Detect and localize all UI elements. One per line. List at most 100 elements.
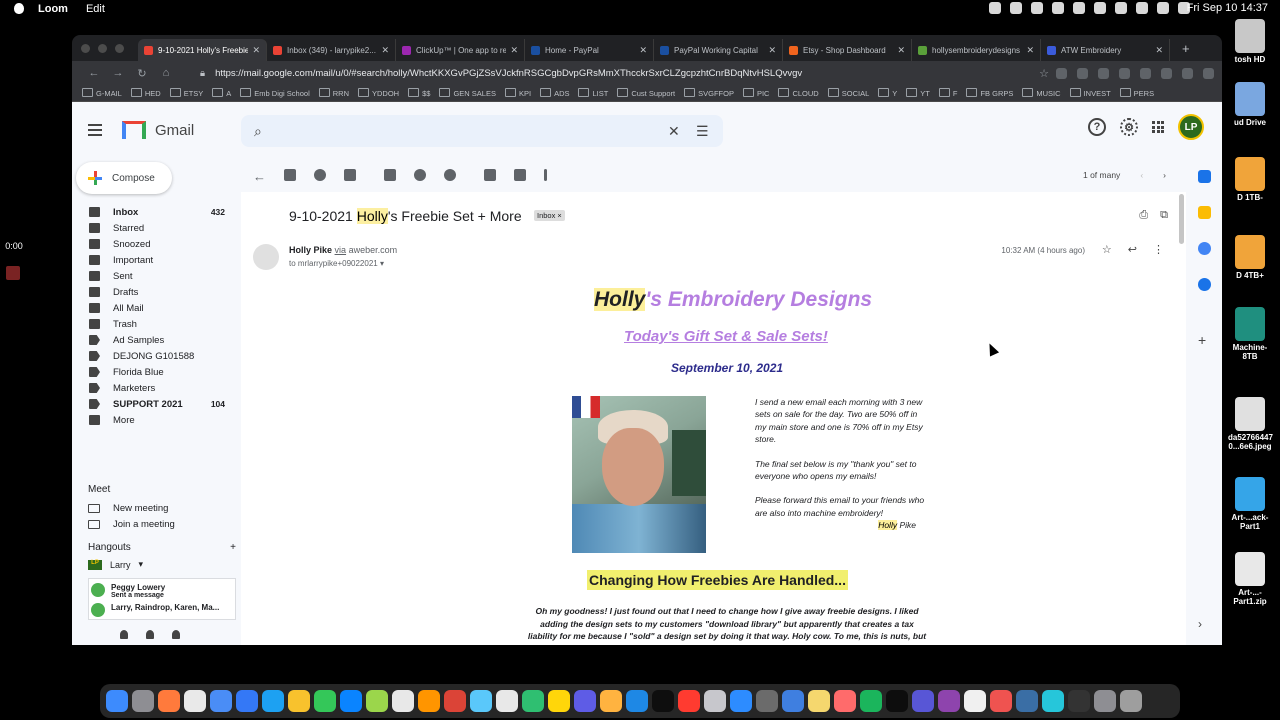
app-status-icon[interactable]	[1094, 2, 1106, 14]
browser-tab[interactable]: 9-10-2021 Holly's Freebie ✕	[138, 39, 267, 61]
sidebar-item[interactable]: All Mail	[72, 300, 237, 316]
add-chat-icon[interactable]: +	[230, 542, 236, 553]
dock-app-icon[interactable]	[470, 690, 492, 712]
expand-panel-icon[interactable]: ›	[1198, 618, 1211, 631]
menu-edit[interactable]: Edit	[86, 3, 105, 15]
bookmark-folder[interactable]: SVGFFOP	[684, 88, 734, 98]
dock-app-icon[interactable]	[756, 690, 778, 712]
bookmark-folder[interactable]: INVEST	[1070, 88, 1111, 98]
help-icon[interactable]: ?	[1088, 118, 1106, 136]
dock-app-icon[interactable]	[964, 690, 986, 712]
close-tab-icon[interactable]: ✕	[252, 45, 260, 56]
inbox-label-chip[interactable]: Inbox ×	[534, 210, 565, 221]
menu-app-name[interactable]: Loom	[38, 3, 68, 15]
desktop-icon[interactable]: Art-...-Part1.zip	[1228, 552, 1272, 606]
dock-app-icon[interactable]	[938, 690, 960, 712]
newer-icon[interactable]: ‹	[1140, 170, 1143, 180]
bookmark-folder[interactable]: GEN SALES	[439, 88, 496, 98]
mark-unread-icon[interactable]	[384, 169, 396, 181]
wifi-icon[interactable]	[1136, 2, 1148, 14]
search-status-icon[interactable]	[1157, 2, 1169, 14]
account-avatar[interactable]: LP	[1178, 114, 1204, 140]
dock-app-icon[interactable]	[1094, 690, 1116, 712]
desktop-icon[interactable]: ud Drive	[1228, 82, 1272, 127]
close-tab-icon[interactable]: ✕	[1026, 45, 1034, 56]
battery-icon[interactable]	[1115, 2, 1127, 14]
dock-app-icon[interactable]	[782, 690, 804, 712]
desktop-icon[interactable]: Machine-8TB	[1228, 307, 1272, 361]
home-icon[interactable]: ⌂	[154, 67, 178, 79]
close-tab-icon[interactable]: ✕	[897, 45, 905, 56]
dock-app-icon[interactable]	[730, 690, 752, 712]
bookmark-folder[interactable]: PIC	[743, 88, 770, 98]
sidebar-item[interactable]: Drafts	[72, 284, 237, 300]
chat-icon[interactable]	[146, 630, 154, 639]
loom-stop-icon[interactable]	[6, 266, 20, 280]
more-actions-icon[interactable]	[544, 169, 547, 181]
back-to-list-icon[interactable]: ←	[253, 169, 266, 184]
bookmark-folder[interactable]: YT	[906, 88, 930, 98]
search-icon[interactable]: ⌕	[254, 123, 262, 140]
dock-app-icon[interactable]	[1120, 690, 1142, 712]
compose-button[interactable]: Compose	[76, 162, 172, 194]
browser-tab[interactable]: Inbox (349) - larrypike2... ✕	[267, 39, 396, 61]
sidebar-item[interactable]: SUPPORT 2021 104	[72, 396, 237, 412]
bookmark-folder[interactable]: KPI	[505, 88, 531, 98]
close-tab-icon[interactable]: ✕	[639, 45, 647, 56]
star-icon[interactable]: ☆	[1102, 243, 1112, 256]
dock-app-icon[interactable]	[886, 690, 908, 712]
main-menu-icon[interactable]	[88, 124, 102, 136]
url-field[interactable]: 🔒︎ https://mail.google.com/mail/u/0/#sea…	[200, 63, 1032, 83]
extension-icon[interactable]	[1140, 67, 1151, 79]
dock-app-icon[interactable]	[652, 690, 674, 712]
add-addon-icon[interactable]: +	[1198, 333, 1211, 347]
dock-app-icon[interactable]	[574, 690, 596, 712]
sidebar-item[interactable]: Important	[72, 252, 237, 268]
new-meeting-link[interactable]: New meeting	[88, 500, 238, 516]
google-apps-icon[interactable]	[1152, 121, 1164, 133]
clear-search-icon[interactable]: ✕	[668, 123, 680, 140]
bookmark-folder[interactable]: CLOUD	[778, 88, 818, 98]
dock-app-icon[interactable]	[834, 690, 856, 712]
lock-icon[interactable]: 🔒︎	[200, 68, 205, 79]
dock-app-icon[interactable]	[366, 690, 388, 712]
bookmark-folder[interactable]: PERS	[1120, 88, 1154, 98]
dock-app-icon[interactable]	[158, 690, 180, 712]
new-tab-button[interactable]: +	[1182, 41, 1190, 56]
tasks-icon[interactable]	[1198, 242, 1211, 255]
browser-tab[interactable]: Etsy - Shop Dashboard ✕	[783, 39, 912, 61]
bookmark-folder[interactable]: SOCIAL	[828, 88, 870, 98]
dock-app-icon[interactable]	[288, 690, 310, 712]
close-window-icon[interactable]	[81, 43, 90, 53]
sidebar-item[interactable]: Trash	[72, 316, 237, 332]
reply-icon[interactable]: ↩	[1128, 243, 1137, 256]
archive-icon[interactable]	[284, 169, 296, 181]
join-meeting-link[interactable]: Join a meeting	[88, 516, 238, 532]
reload-icon[interactable]: ↻	[130, 67, 154, 80]
minimize-window-icon[interactable]	[98, 43, 107, 53]
sidebar-item[interactable]: Inbox 432	[72, 204, 237, 220]
hangouts-contact[interactable]: Peggy Lowery Sent a message	[89, 579, 235, 599]
dock-app-icon[interactable]	[210, 690, 232, 712]
sidebar-item[interactable]: Sent	[72, 268, 237, 284]
menu-icon[interactable]	[1203, 67, 1214, 79]
dock-app-icon[interactable]	[548, 690, 570, 712]
dock-app-icon[interactable]	[990, 690, 1012, 712]
dock-app-icon[interactable]	[1016, 690, 1038, 712]
apple-icon[interactable]	[14, 3, 24, 14]
forward-icon[interactable]: →	[106, 67, 130, 79]
search-input[interactable]	[281, 115, 723, 147]
dock-app-icon[interactable]	[314, 690, 336, 712]
delete-icon[interactable]	[344, 169, 356, 181]
browser-tab[interactable]: Home - PayPal ✕	[525, 39, 654, 61]
dock-app-icon[interactable]	[496, 690, 518, 712]
open-new-window-icon[interactable]: ⧉	[1160, 209, 1168, 222]
dock-app-icon[interactable]	[808, 690, 830, 712]
hangouts-me[interactable]: LP Larry ▾	[88, 559, 236, 570]
bookmark-folder[interactable]: Emb Digi School	[240, 88, 309, 98]
desktop-icon[interactable]: tosh HD	[1228, 19, 1272, 64]
dock-app-icon[interactable]	[626, 690, 648, 712]
hangouts-contact[interactable]: Larry, Raindrop, Karen, Ma...	[89, 599, 235, 617]
desktop-icon[interactable]: D 1TB-	[1228, 157, 1272, 202]
settings-gear-icon[interactable]: ⚙	[1120, 118, 1138, 136]
